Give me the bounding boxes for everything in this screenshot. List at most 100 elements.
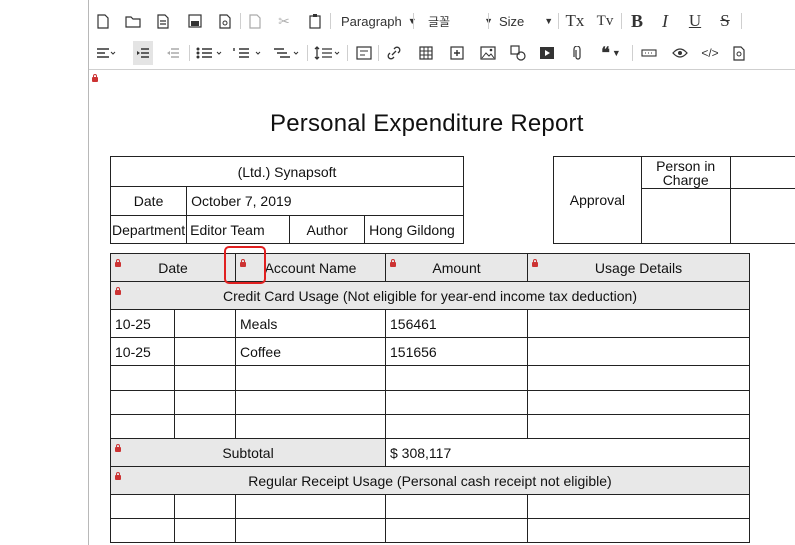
save-icon[interactable] [186,9,204,33]
row-details-cell[interactable] [527,309,750,338]
table-row: 10-25 Meals 156461 [110,309,750,338]
find-icon[interactable] [731,41,747,65]
author-value-cell[interactable]: Hong Gildong [364,215,464,244]
empty-cell[interactable] [110,365,175,391]
superscript-button[interactable]: Tv [594,9,616,33]
department-label-cell[interactable]: Department [109,215,188,244]
new-document-icon[interactable] [95,9,111,33]
subtotal-value-cell[interactable]: $ 308,117 [385,438,750,467]
insert-box-icon[interactable] [448,41,466,65]
quote-icon[interactable]: ❝ ▼ [597,41,625,65]
paste-icon[interactable] [307,9,323,33]
empty-cell[interactable] [385,518,528,543]
shape-icon[interactable] [509,41,527,65]
link-icon[interactable] [385,41,403,65]
copy-icon[interactable] [247,9,263,33]
cut-icon[interactable]: ✂ [275,9,293,33]
empty-cell[interactable] [235,518,386,543]
empty-cell[interactable] [174,494,236,519]
empty-cell[interactable] [527,494,750,519]
font-select[interactable]: 글꼴▼ [428,10,493,32]
multilevel-list-icon[interactable] [272,41,302,65]
empty-cell[interactable] [527,518,750,543]
row-empty-cell[interactable] [174,309,236,338]
attachment-icon[interactable] [570,41,586,65]
approval-label-cell[interactable]: Approval [553,156,642,244]
company-cell[interactable]: (Ltd.) Synapsoft [110,156,464,187]
author-label-cell[interactable]: Author [289,215,366,244]
bullet-list-icon[interactable] [195,41,225,65]
section-row: Credit Card Usage (Not eligible for year… [110,281,750,310]
approval-empty-cell[interactable] [729,156,795,189]
open-folder-icon[interactable] [123,9,143,33]
row-empty-cell[interactable] [174,337,236,366]
underline-button[interactable]: U [685,9,705,33]
video-icon[interactable] [538,41,556,65]
section2-title-cell[interactable]: Regular Receipt Usage (Personal cash rec… [110,466,750,495]
row-account-cell[interactable]: Meals [235,309,386,338]
row-details-cell[interactable] [527,337,750,366]
empty-cell[interactable] [110,390,175,415]
line-spacing-icon[interactable] [313,41,343,65]
document-icon[interactable] [155,9,171,33]
document-area[interactable]: Personal Expenditure Report (Ltd.) Synap… [89,72,795,545]
header-amount[interactable]: Amount [385,253,528,282]
paragraph-select[interactable]: Paragraph▼ [341,10,417,32]
empty-cell[interactable] [235,365,386,391]
editor-window: ✂ Paragraph▼ 글꼴▼ Size ▼ Tx Tv B I U S [88,0,795,545]
empty-cell[interactable] [235,390,386,415]
header-date[interactable]: Date [110,253,236,282]
source-code-button[interactable]: </> [699,41,721,65]
indent-icon[interactable] [133,41,153,65]
header-amount-label: Amount [432,259,481,276]
subscript-button[interactable]: Tx [564,9,586,33]
empty-cell[interactable] [527,365,750,391]
template-icon[interactable] [217,9,233,33]
size-select[interactable]: Size ▼ [499,10,553,32]
header-usage-details[interactable]: Usage Details [527,253,750,282]
format-painter-icon[interactable] [355,41,373,65]
table-row [110,414,750,439]
strikethrough-button[interactable]: S [715,9,735,33]
empty-cell[interactable] [527,414,750,439]
empty-cell[interactable] [235,414,386,439]
subtotal-row: Subtotal $ 308,117 [110,438,750,467]
row-date-cell[interactable]: 10-25 [110,337,175,366]
subtotal-label-cell[interactable]: Subtotal [110,438,386,467]
bold-button[interactable]: B [627,9,647,33]
empty-cell[interactable] [110,494,175,519]
table-icon[interactable] [417,41,435,65]
empty-cell[interactable] [385,390,528,415]
align-left-icon[interactable] [95,41,117,65]
date-label-cell[interactable]: Date [109,186,188,216]
empty-cell[interactable] [174,390,236,415]
empty-cell[interactable] [174,365,236,391]
horizontal-rule-icon[interactable] [640,41,658,65]
empty-cell[interactable] [110,414,175,439]
italic-button[interactable]: I [655,9,675,33]
row-amount-cell[interactable]: 151656 [385,337,528,366]
empty-cell[interactable] [527,390,750,415]
row-account-cell[interactable]: Coffee [235,337,386,366]
row-date-cell[interactable]: 10-25 [110,309,175,338]
row-amount-cell[interactable]: 156461 [385,309,528,338]
empty-cell[interactable] [385,494,528,519]
font-label: 글꼴 [428,14,451,29]
empty-cell[interactable] [110,518,175,543]
empty-cell[interactable] [174,518,236,543]
empty-cell[interactable] [174,414,236,439]
empty-cell[interactable] [385,414,528,439]
info-table: (Ltd.) Synapsoft Date October 7, 2019 De… [109,156,464,244]
department-value-cell[interactable]: Editor Team [186,215,291,244]
person-in-charge-cell[interactable]: Person in Charge [640,156,731,189]
preview-eye-icon[interactable] [671,41,689,65]
date-value-cell[interactable]: October 7, 2019 [186,186,464,216]
empty-cell[interactable] [385,365,528,391]
empty-cell[interactable] [235,494,386,519]
outdent-icon[interactable] [163,41,183,65]
image-icon[interactable] [479,41,497,65]
signature-cell[interactable] [729,188,795,244]
numbered-list-icon[interactable] [232,41,264,65]
signature-cell[interactable] [640,188,731,244]
section1-title-cell[interactable]: Credit Card Usage (Not eligible for year… [110,281,750,310]
